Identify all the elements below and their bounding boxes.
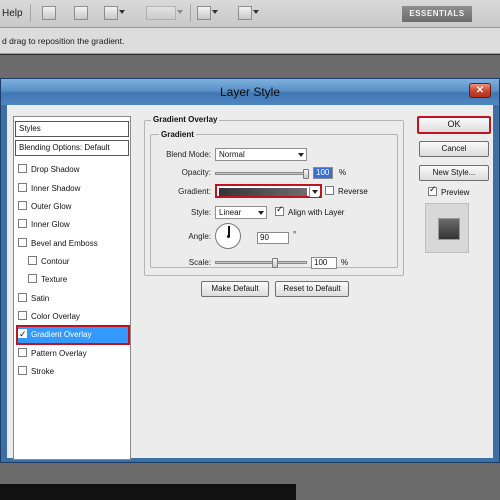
preview-checkbox[interactable] [428, 184, 437, 196]
angle-input[interactable]: 90 [257, 232, 289, 244]
menu-help[interactable]: Help [2, 8, 23, 19]
dialog-title: Layer Style [219, 85, 281, 99]
cancel-button[interactable]: Cancel [419, 141, 489, 157]
gradient-label: Gradient: [178, 187, 211, 196]
checkbox[interactable] [18, 366, 27, 375]
opacity-unit: % [339, 168, 347, 177]
chevron-down-icon [258, 211, 264, 215]
style-item-texture[interactable]: Texture [28, 273, 130, 287]
checkbox[interactable] [18, 164, 27, 173]
arrange-documents-icon[interactable] [197, 6, 218, 20]
close-icon[interactable]: ✕ [469, 83, 491, 98]
checkbox[interactable] [18, 293, 27, 302]
ok-button[interactable]: OK [417, 116, 491, 134]
dialog-body: Styles Blending Options: Default Drop Sh… [7, 105, 493, 460]
gradient-picker[interactable] [215, 184, 322, 198]
options-bar: d drag to reposition the gradient. [0, 28, 500, 54]
blend-mode-label: Blend Mode: [166, 150, 211, 159]
align-checkbox[interactable] [275, 204, 284, 216]
checkbox[interactable] [28, 274, 37, 283]
style-item-pattern-overlay[interactable]: Pattern Overlay [18, 347, 130, 361]
checkbox[interactable] [18, 201, 27, 210]
preview-option[interactable]: Preview [428, 184, 469, 197]
status-hint: d drag to reposition the gradient. [2, 36, 125, 46]
style-item-inner-shadow[interactable]: Inner Shadow [18, 182, 130, 196]
reset-default-button[interactable]: Reset to Default [275, 281, 349, 297]
layer-style-dialog: Layer Style ✕ Styles Blending Options: D… [0, 78, 500, 463]
make-default-button[interactable]: Make Default [201, 281, 269, 297]
reverse-checkbox[interactable] [325, 186, 334, 195]
workspace-essentials-button[interactable]: ESSENTIALS [402, 6, 472, 22]
style-preview [425, 203, 469, 253]
preview-swatch [438, 218, 460, 240]
angle-unit: ° [293, 230, 297, 239]
checkbox[interactable] [18, 311, 27, 320]
styles-header[interactable]: Styles [15, 121, 129, 137]
chevron-down-icon[interactable] [309, 187, 319, 197]
document-canvas [0, 484, 296, 500]
opacity-input[interactable]: 100 [313, 167, 333, 179]
checkbox[interactable] [18, 183, 27, 192]
launch-bridge-icon[interactable] [42, 6, 56, 20]
checkbox[interactable] [18, 238, 27, 247]
style-item-drop-shadow[interactable]: Drop Shadow [18, 163, 130, 177]
checkbox[interactable] [28, 256, 37, 265]
dialog-titlebar[interactable]: Layer Style ✕ [1, 79, 499, 105]
view-extras-icon[interactable] [104, 6, 125, 20]
angle-dial[interactable] [215, 223, 241, 249]
style-item-satin[interactable]: Satin [18, 292, 130, 306]
styles-list: Styles Blending Options: Default Drop Sh… [13, 116, 131, 460]
scale-slider-thumb[interactable] [272, 258, 278, 268]
style-select[interactable]: Linear [215, 206, 267, 219]
opacity-label: Opacity: [181, 168, 211, 177]
section-title: Gradient Overlay [151, 115, 220, 124]
checkbox[interactable] [18, 348, 27, 357]
style-label: Style: [190, 208, 211, 217]
blend-mode-select[interactable]: Normal [215, 148, 307, 161]
blending-options-item[interactable]: Blending Options: Default [15, 140, 129, 156]
checkbox-checked[interactable] [18, 326, 27, 342]
style-item-bevel-emboss[interactable]: Bevel and Emboss [18, 237, 130, 251]
scale-input[interactable]: 100 [311, 257, 337, 269]
scale-slider-track[interactable] [215, 261, 307, 264]
style-item-stroke[interactable]: Stroke [18, 365, 130, 379]
zoom-level-icon[interactable] [146, 6, 183, 20]
opacity-slider-track[interactable] [215, 172, 307, 175]
checkbox[interactable] [18, 219, 27, 228]
chevron-down-icon [298, 153, 304, 157]
mini-bridge-icon[interactable] [74, 6, 88, 20]
style-item-outer-glow[interactable]: Outer Glow [18, 200, 130, 214]
align-with-layer-option[interactable]: Align with Layer [275, 204, 344, 217]
style-item-gradient-overlay[interactable]: Gradient Overlay [16, 325, 130, 345]
app-menubar: Help ESSENTIALS [0, 0, 500, 28]
scale-unit: % [341, 258, 349, 267]
style-item-contour[interactable]: Contour [28, 255, 130, 269]
gradient-swatch[interactable] [219, 188, 307, 196]
screen-mode-icon[interactable] [238, 6, 259, 20]
gradient-group: Gradient Blend Mode: Normal Opacity: 100… [150, 130, 398, 269]
toolbar-separator [190, 4, 191, 22]
opacity-slider-thumb[interactable] [303, 169, 309, 179]
reverse-option[interactable]: Reverse [325, 186, 368, 196]
scale-label: Scale: [188, 258, 211, 267]
new-style-button[interactable]: New Style... [419, 165, 489, 181]
group-title: Gradient [159, 130, 196, 139]
toolbar-separator [30, 4, 31, 22]
angle-label: Angle: [188, 232, 211, 241]
style-item-inner-glow[interactable]: Inner Glow [18, 218, 130, 232]
style-item-color-overlay[interactable]: Color Overlay [18, 310, 130, 324]
